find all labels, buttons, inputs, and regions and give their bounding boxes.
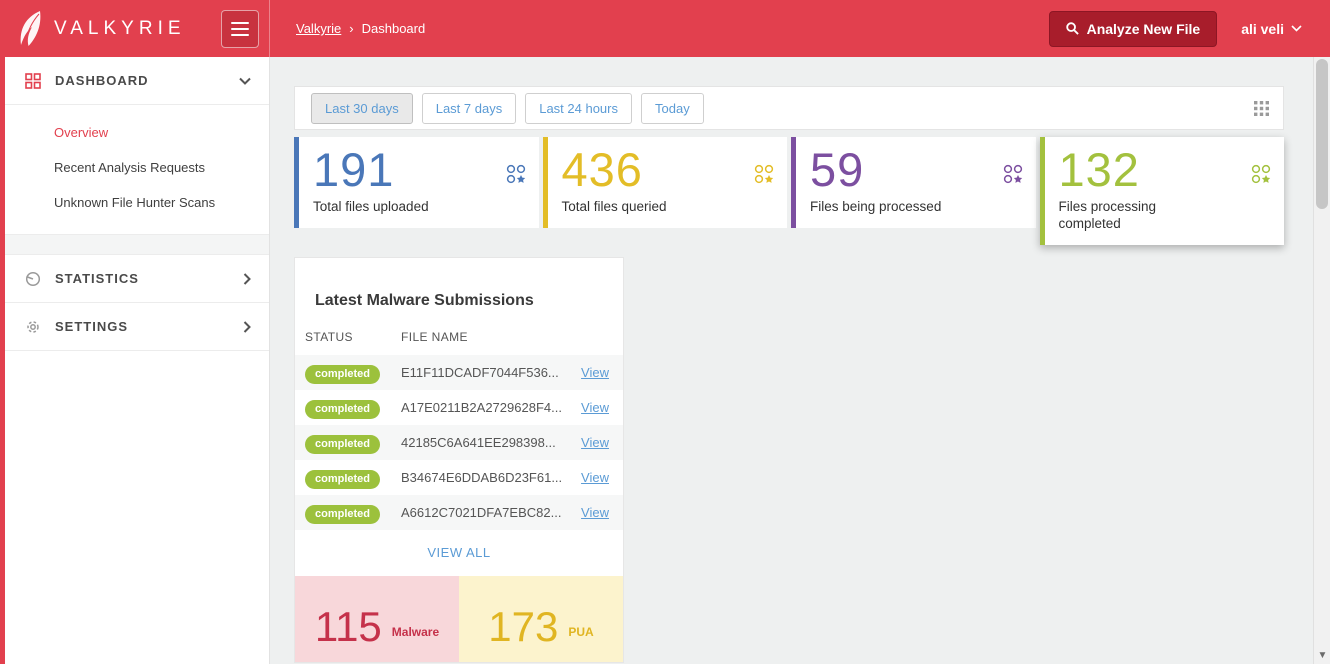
summary-row: 115 Malware 173 PUA [295,576,623,662]
stat-label: Files processing completed [1059,199,1219,233]
main-content: Last 30 days Last 7 days Last 24 hours T… [270,57,1313,664]
stat-card-total-files-uploaded[interactable]: 191 Total files uploaded [294,137,539,228]
hamburger-menu-icon[interactable] [221,10,259,48]
brand-area: VALKYRIE [0,0,270,57]
filter-today[interactable]: Today [641,93,704,124]
stat-card-files-processing-completed[interactable]: 132 Files processing completed [1040,137,1285,245]
file-name: A6612C7021DFA7EBC82... [401,505,561,520]
table-row: completed A6612C7021DFA7EBC82... View [295,495,623,530]
pua-summary-box[interactable]: 173 PUA [459,576,623,662]
user-menu[interactable]: ali veli [1241,21,1302,37]
stats-row: 191 Total files uploaded 436 Total files… [294,137,1284,245]
dashboard-grid-icon [25,73,41,89]
scrollbar-thumb[interactable] [1316,59,1328,209]
circles-grid-icon [1250,163,1272,185]
header-right: Analyze New File ali veli [1049,11,1330,47]
circles-grid-icon [505,163,527,185]
table-row: completed B34674E6DDAB6D23F61... View [295,460,623,495]
sidebar-item-recent-analysis-requests[interactable]: Recent Analysis Requests [5,150,269,185]
sidebar-group-statistics[interactable]: STATISTICS [5,255,269,303]
valkyrie-logo-icon [16,10,46,48]
sidebar-dashboard-items: Overview Recent Analysis Requests Unknow… [5,105,269,235]
breadcrumb-current: Dashboard [362,21,426,36]
breadcrumb: Valkyrie › Dashboard [296,21,425,36]
malware-summary-box[interactable]: 115 Malware [295,576,459,662]
breadcrumb-root-link[interactable]: Valkyrie [296,21,341,36]
submissions-title: Latest Malware Submissions [315,292,623,310]
stat-card-files-being-processed[interactable]: 59 Files being processed [791,137,1036,228]
view-link[interactable]: View [581,400,609,415]
column-header-status: STATUS [305,330,401,344]
breadcrumb-separator: › [349,21,353,36]
submissions-table-body: completed E11F11DCADF7044F536... View co… [295,355,623,530]
search-icon [1066,22,1079,35]
column-header-file-name: FILE NAME [401,330,468,344]
status-badge: completed [305,400,380,419]
sidebar-group-label-settings: SETTINGS [55,319,128,334]
status-badge: completed [305,365,380,384]
circles-grid-icon [753,163,775,185]
widget-grid-icon[interactable] [1254,101,1269,116]
table-row: completed 42185C6A641EE298398... View [295,425,623,460]
view-link[interactable]: View [581,435,609,450]
date-filter-bar: Last 30 days Last 7 days Last 24 hours T… [294,86,1284,130]
malware-label: Malware [392,625,439,646]
circles-grid-icon [1002,163,1024,185]
scrollbar-down-arrow[interactable]: ▼ [1314,647,1330,664]
view-link[interactable]: View [581,505,609,520]
table-row: completed A17E0211B2A2729628F4... View [295,390,623,425]
top-header: VALKYRIE Valkyrie › Dashboard Analyze Ne… [0,0,1330,57]
pua-label: PUA [568,625,593,646]
scrollbar[interactable]: ▼ [1313,57,1330,664]
filter-last-7-days[interactable]: Last 7 days [422,93,517,124]
malware-count: 115 [315,608,382,646]
statistics-icon [25,271,41,287]
submissions-table-header: STATUS FILE NAME [295,330,623,355]
stat-label: Total files uploaded [313,199,473,216]
view-link[interactable]: View [581,365,609,380]
latest-malware-submissions-card: Latest Malware Submissions STATUS FILE N… [294,257,624,663]
chevron-right-icon [243,321,251,333]
status-badge: completed [305,470,380,489]
chevron-down-icon [239,77,251,85]
stat-value: 59 [810,145,1022,194]
sidebar-item-unknown-file-hunter-scans[interactable]: Unknown File Hunter Scans [5,185,269,220]
gear-icon [25,319,41,335]
file-name: 42185C6A641EE298398... [401,435,556,450]
file-name: A17E0211B2A2729628F4... [401,400,562,415]
chevron-right-icon [243,273,251,285]
sidebar: DASHBOARD Overview Recent Analysis Reque… [0,57,270,664]
filter-last-24-hours[interactable]: Last 24 hours [525,93,632,124]
sidebar-group-settings[interactable]: SETTINGS [5,303,269,351]
stat-value: 132 [1059,145,1271,194]
sidebar-item-overview[interactable]: Overview [5,115,269,150]
file-name: B34674E6DDAB6D23F61... [401,470,562,485]
sidebar-group-label-dashboard: DASHBOARD [55,73,149,88]
sidebar-spacer [5,235,269,255]
stat-value: 436 [562,145,774,194]
analyze-new-file-button[interactable]: Analyze New File [1049,11,1218,47]
sidebar-group-dashboard[interactable]: DASHBOARD [5,57,269,105]
brand-title: VALKYRIE [54,18,186,40]
status-badge: completed [305,435,380,454]
stat-label: Files being processed [810,199,970,216]
pua-count: 173 [488,608,558,646]
analyze-button-label: Analyze New File [1087,21,1201,37]
sidebar-group-label-statistics: STATISTICS [55,271,139,286]
table-row: completed E11F11DCADF7044F536... View [295,355,623,390]
view-link[interactable]: View [581,470,609,485]
filter-last-30-days[interactable]: Last 30 days [311,93,413,124]
status-badge: completed [305,505,380,524]
stat-value: 191 [313,145,525,194]
brand-logo[interactable]: VALKYRIE [16,10,186,48]
chevron-down-icon [1291,25,1302,32]
stat-card-total-files-queried[interactable]: 436 Total files queried [543,137,788,228]
user-name: ali veli [1241,21,1284,37]
view-all-link[interactable]: VIEW ALL [295,530,623,576]
file-name: E11F11DCADF7044F536... [401,365,559,380]
stat-label: Total files queried [562,199,722,216]
